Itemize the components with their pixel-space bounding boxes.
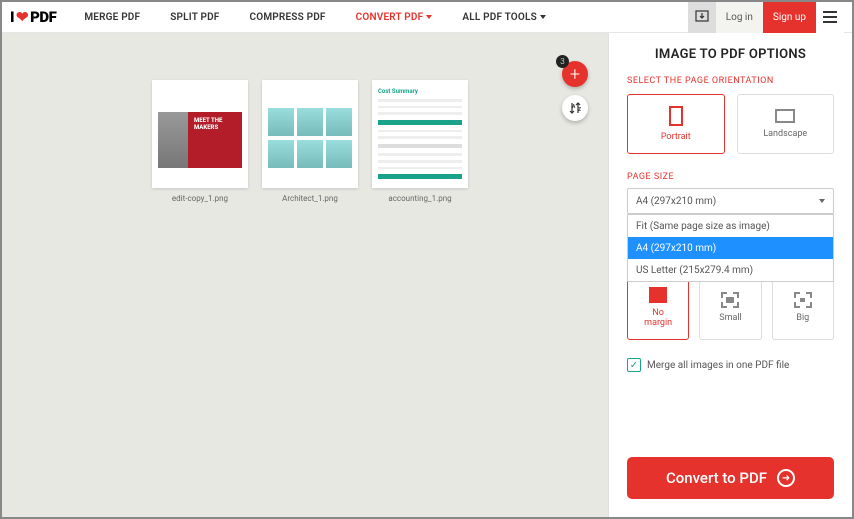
dropdown-selected: A4 (297x210 mm) — [636, 196, 716, 207]
page-size-dropdown[interactable]: A4 (297x210 mm) — [627, 188, 834, 214]
checkbox-icon: ✓ — [627, 358, 641, 372]
merge-check-label: Merge all images in one PDF file — [647, 360, 789, 371]
arrow-circle-icon: ➜ — [777, 469, 795, 487]
svg-text:A: A — [572, 104, 576, 110]
count-badge: 3 — [556, 55, 569, 68]
thumbnail-row: MEET THE MAKERS edit-copy_1.png Architec… — [152, 80, 468, 203]
orientation-row: Portrait Landscape — [627, 94, 834, 154]
nav-split[interactable]: SPLIT PDF — [170, 12, 219, 23]
margin-small[interactable]: Small — [699, 276, 761, 340]
thumbnail-2[interactable]: Architect_1.png — [262, 80, 358, 203]
thumb1-text: MEET THE MAKERS — [188, 112, 242, 168]
orientation-label: SELECT THE PAGE ORIENTATION — [627, 76, 834, 86]
main-area: MEET THE MAKERS edit-copy_1.png Architec… — [2, 33, 852, 517]
margin-big-icon — [794, 292, 812, 308]
dropdown-list: Fit (Same page size as image) A4 (297x21… — [627, 214, 834, 282]
margin-none-label: No margin — [644, 309, 672, 329]
thumbnail-3[interactable]: Cost Summary accounting_1.png — [372, 80, 468, 203]
thumb-page: Cost Summary — [372, 80, 468, 188]
margin-row: No margin Small Big — [627, 276, 834, 340]
svg-text:Z: Z — [578, 107, 581, 113]
nav-merge[interactable]: MERGE PDF — [84, 12, 140, 23]
login-button[interactable]: Log in — [716, 2, 763, 33]
panel-title: IMAGE TO PDF OPTIONS — [627, 47, 834, 62]
dropdown-opt-fit[interactable]: Fit (Same page size as image) — [628, 215, 833, 237]
thumb-page — [262, 80, 358, 188]
logo-prefix: I — [10, 8, 14, 26]
caret-icon — [540, 15, 546, 19]
margin-big[interactable]: Big — [772, 276, 834, 340]
dropdown-opt-letter[interactable]: US Letter (215x279.4 mm) — [628, 259, 833, 281]
thumb3-title: Cost Summary — [378, 88, 462, 95]
portrait-label: Portrait — [661, 132, 691, 142]
merge-checkbox-row[interactable]: ✓ Merge all images in one PDF file — [627, 358, 834, 372]
nav-all-tools[interactable]: ALL PDF TOOLS — [462, 12, 546, 23]
thumb-page: MEET THE MAKERS — [152, 80, 248, 188]
orientation-portrait[interactable]: Portrait — [627, 94, 725, 154]
options-panel: IMAGE TO PDF OPTIONS SELECT THE PAGE ORI… — [608, 33, 852, 517]
fab-stack: 3 + AZ — [562, 61, 588, 121]
margin-small-icon — [721, 292, 739, 308]
dropdown-opt-a4[interactable]: A4 (297x210 mm) — [628, 237, 833, 259]
add-button[interactable]: 3 + — [562, 61, 588, 87]
thumb1-label: edit-copy_1.png — [172, 194, 228, 203]
page-size-label: PAGE SIZE — [627, 172, 834, 182]
thumb2-label: Architect_1.png — [282, 194, 338, 203]
nav-links: MERGE PDF SPLIT PDF COMPRESS PDF CONVERT… — [84, 12, 546, 23]
margin-none-icon — [649, 287, 667, 303]
heart-icon: ❤ — [16, 8, 28, 26]
convert-button[interactable]: Convert to PDF ➜ — [627, 457, 834, 499]
signup-button[interactable]: Sign up — [763, 2, 816, 33]
top-navbar: I ❤ PDF MERGE PDF SPLIT PDF COMPRESS PDF… — [2, 2, 852, 33]
landscape-icon — [775, 109, 795, 123]
page-size-dropdown-wrap: A4 (297x210 mm) Fit (Same page size as i… — [627, 188, 834, 214]
logo[interactable]: I ❤ PDF — [10, 8, 56, 26]
landscape-label: Landscape — [763, 129, 807, 139]
thumbnail-1[interactable]: MEET THE MAKERS edit-copy_1.png — [152, 80, 248, 203]
nav-convert-label: CONVERT PDF — [356, 12, 424, 23]
portrait-icon — [669, 106, 683, 126]
convert-label: Convert to PDF — [666, 469, 767, 487]
logo-suffix: PDF — [30, 8, 56, 26]
caret-icon — [426, 15, 432, 19]
sort-button[interactable]: AZ — [562, 95, 588, 121]
orientation-landscape[interactable]: Landscape — [737, 94, 835, 154]
margin-none[interactable]: No margin — [627, 276, 689, 340]
nav-compress[interactable]: COMPRESS PDF — [250, 12, 326, 23]
thumb3-label: accounting_1.png — [388, 194, 451, 203]
nav-all-label: ALL PDF TOOLS — [462, 12, 537, 23]
margin-big-label: Big — [796, 314, 809, 324]
canvas-area: MEET THE MAKERS edit-copy_1.png Architec… — [2, 33, 608, 517]
margin-small-label: Small — [719, 314, 742, 324]
topbar-right: Log in Sign up — [688, 2, 844, 33]
nav-convert[interactable]: CONVERT PDF — [356, 12, 433, 23]
caret-icon — [819, 199, 825, 203]
hamburger-icon[interactable] — [816, 2, 844, 33]
download-icon[interactable] — [688, 2, 716, 33]
